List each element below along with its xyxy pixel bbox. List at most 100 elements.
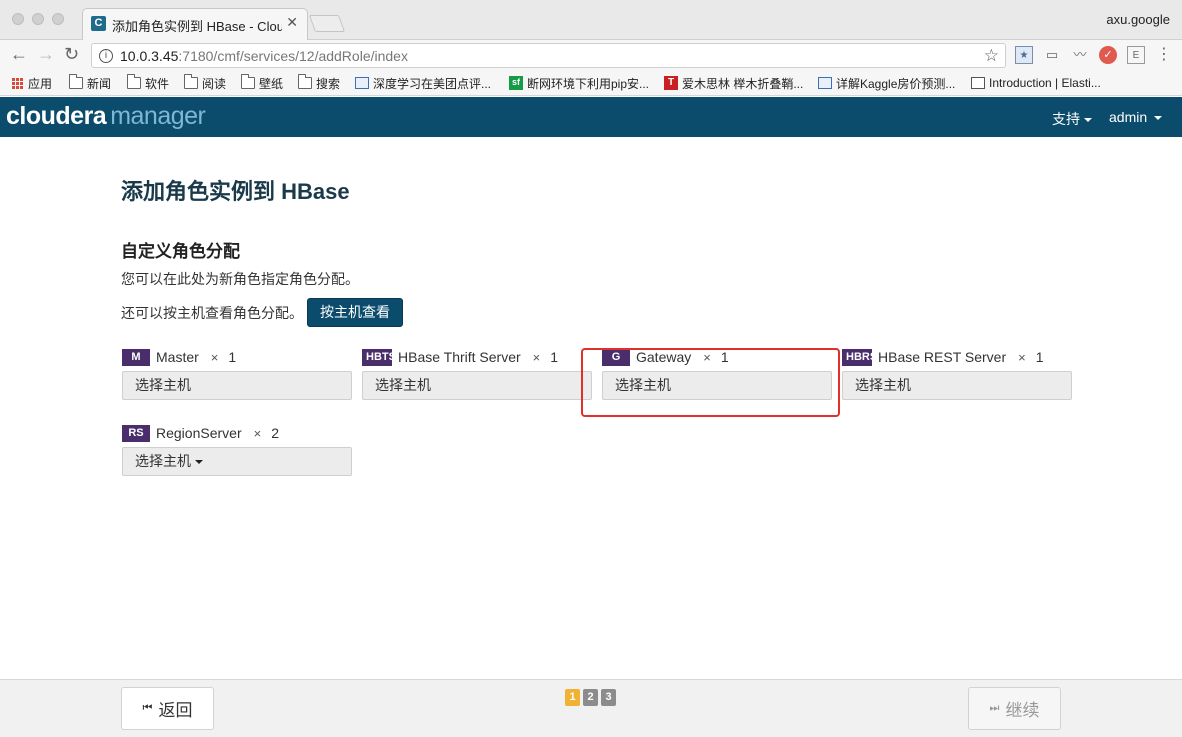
bookmark-pip-offline[interactable]: sf 断网环境下利用pip安...: [509, 74, 649, 92]
role-header: HBRS HBase REST Server × 1: [842, 348, 1044, 366]
bookmark-label: 断网环境下利用pip安...: [527, 76, 650, 91]
bookmark-label: 搜索: [316, 76, 341, 91]
bookmark-folder-reading[interactable]: 阅读: [184, 74, 226, 92]
browser-tab-strip: C 添加角色实例到 HBase - Cloudera ✕ axu.google: [0, 0, 1182, 40]
bookmark-label: 新闻: [87, 76, 112, 91]
role-hbase-thrift-server: HBTS HBase Thrift Server × 1 选择主机: [362, 348, 592, 458]
role-count: 2: [271, 425, 279, 441]
bookmark-label: 应用: [28, 76, 53, 91]
cloudera-manager-logo[interactable]: cloudera manager: [6, 102, 206, 131]
role-count: 1: [550, 349, 559, 365]
select-hosts-field[interactable]: 选择主机: [122, 371, 352, 400]
bookmark-folder-software[interactable]: 软件: [127, 74, 169, 92]
step-indicator-3: 3: [601, 689, 616, 706]
segmentfault-icon: sf: [509, 76, 523, 90]
bookmarks-bar: 应用 新闻 软件 阅读 壁纸 搜索 深度学习在美团点评... sf 断网环境下利…: [0, 70, 1182, 96]
forward-arrow-icon[interactable]: →: [37, 44, 55, 64]
bookmark-star-icon[interactable]: ☆: [984, 46, 999, 66]
bookmark-label: 详解Kaggle房价预测...: [836, 76, 956, 91]
continue-button[interactable]: ⏭ 继续: [968, 687, 1061, 730]
screenshot-extension-icon[interactable]: ▭: [1043, 46, 1061, 64]
times-icon: ×: [253, 425, 262, 441]
browser-toolbar: ← → ↻ i 10.0.3.45:7180/cmf/services/12/a…: [0, 40, 1182, 70]
browser-menu-icon[interactable]: ⋮: [1155, 46, 1173, 64]
cloudera-header: cloudera manager 支持 admin: [0, 97, 1182, 137]
role-header: RS RegionServer × 2: [122, 424, 279, 442]
bookmark-label: 爱木思林 榉木折叠鞘...: [682, 76, 804, 91]
select-hosts-field[interactable]: 选择主机: [842, 371, 1072, 400]
times-icon: ×: [1018, 349, 1026, 365]
browser-tab-active[interactable]: C 添加角色实例到 HBase - Cloudera ✕: [82, 8, 308, 40]
bookmark-kaggle-house[interactable]: 详解Kaggle房价预测...: [818, 74, 955, 92]
role-name: RegionServer: [156, 425, 242, 441]
bookmark-folder-wallpaper[interactable]: 壁纸: [241, 74, 283, 92]
cloudera-favicon-icon: C: [91, 16, 106, 31]
bookmark-label: 阅读: [202, 76, 227, 91]
highlight-annotation-box: [581, 348, 840, 417]
view-by-host-button[interactable]: 按主机查看: [307, 298, 403, 327]
role-hbase-rest-server: HBRS HBase REST Server × 1 选择主机: [842, 348, 1072, 458]
bookmark-label: 软件: [145, 76, 170, 91]
chart-icon: [355, 77, 369, 89]
support-label: 支持: [1052, 111, 1080, 127]
url-text[interactable]: 10.0.3.45:7180/cmf/services/12/addRole/i…: [120, 48, 408, 64]
todoist-check-icon[interactable]: ✓: [1099, 46, 1117, 64]
page-title: 添加角色实例到 HBase: [121, 179, 350, 204]
role-count: 1: [1035, 349, 1044, 365]
role-name: HBase Thrift Server: [398, 349, 521, 365]
back-arrow-icon[interactable]: ←: [10, 44, 28, 64]
tab-close-icon[interactable]: ✕: [286, 14, 298, 31]
bookmark-label: 壁纸: [259, 76, 284, 91]
times-icon: ×: [532, 349, 541, 365]
role-name: HBase REST Server: [878, 349, 1007, 365]
folder-icon: [127, 74, 141, 89]
bookmark-folder-news[interactable]: 新闻: [69, 74, 111, 92]
pulse-extension-icon[interactable]: 〰: [1071, 46, 1089, 64]
skip-forward-icon: ⏭: [989, 702, 1000, 714]
select-hosts-field[interactable]: 选择主机: [362, 371, 592, 400]
url-path: :7180/cmf/services/12/addRole/index: [178, 48, 408, 64]
caret-down-icon: [1154, 116, 1163, 121]
role-badge: M: [122, 348, 150, 366]
bookmark-apps[interactable]: 应用: [12, 74, 52, 92]
folder-icon: [69, 74, 83, 89]
folder-icon: [298, 74, 312, 89]
browser-profile-name[interactable]: axu.google: [1106, 12, 1170, 27]
tmall-icon: T: [664, 76, 678, 90]
site-info-icon[interactable]: i: [99, 49, 113, 63]
bookmark-amsl[interactable]: T 爱木思林 榉木折叠鞘...: [664, 74, 803, 92]
role-count: 1: [228, 349, 237, 365]
chart-icon: [818, 77, 832, 89]
logo-text-cloudera: cloudera: [6, 102, 107, 130]
user-menu[interactable]: admin: [1109, 109, 1163, 125]
step-indicator-2: 2: [583, 689, 598, 706]
bookmark-meituan-deep-learning[interactable]: 深度学习在美团点评...: [355, 74, 491, 92]
new-tab-button[interactable]: [308, 15, 346, 32]
window-zoom-button[interactable]: [52, 13, 64, 25]
view-by-host-hint: 还可以按主机查看角色分配。: [121, 305, 303, 321]
reload-icon[interactable]: ↻: [64, 44, 79, 64]
bookmark-label: Introduction | Elasti...: [989, 76, 1101, 90]
url-host: 10.0.3.45: [120, 48, 179, 64]
evernote-extension-icon[interactable]: E: [1127, 46, 1145, 64]
bookmark-elastic-intro[interactable]: Introduction | Elasti...: [971, 74, 1101, 92]
role-name: Master: [156, 349, 199, 365]
description-text: 您可以在此处为新角色指定角色分配。: [121, 271, 359, 287]
bookmark-manager-extension-icon[interactable]: ★: [1015, 46, 1033, 64]
role-region-server: RS RegionServer × 2 选择主机: [122, 424, 352, 534]
window-close-button[interactable]: [12, 13, 24, 25]
bookmark-folder-search[interactable]: 搜索: [298, 74, 340, 92]
step-indicator-1: 1: [565, 689, 580, 706]
times-icon: ×: [210, 349, 219, 365]
address-bar[interactable]: i 10.0.3.45:7180/cmf/services/12/addRole…: [91, 43, 1006, 68]
tab-title: 添加角色实例到 HBase - Cloudera: [112, 19, 282, 34]
role-badge: RS: [122, 424, 150, 442]
window-minimize-button[interactable]: [32, 13, 44, 25]
back-label: 返回: [158, 701, 193, 720]
back-button[interactable]: ⏮ 返回: [121, 687, 214, 730]
continue-label: 继续: [1005, 701, 1040, 720]
user-label: admin: [1109, 109, 1148, 125]
support-menu[interactable]: 支持: [1052, 109, 1092, 129]
select-hosts-dropdown[interactable]: 选择主机: [122, 447, 352, 476]
folder-icon: [241, 74, 255, 89]
